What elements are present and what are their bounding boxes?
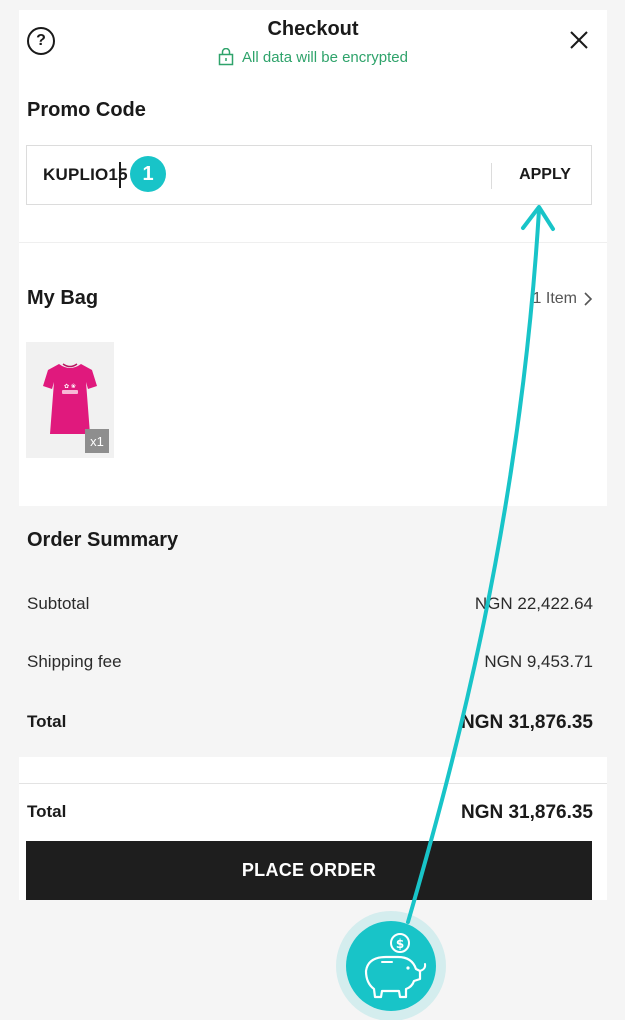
svg-text:$: $ bbox=[396, 937, 404, 951]
item-count-label: 1 Item bbox=[532, 290, 577, 307]
text-caret bbox=[119, 162, 121, 188]
shipping-fee-label: Shipping fee bbox=[27, 652, 122, 671]
place-order-button[interactable]: PLACE ORDER bbox=[26, 841, 592, 900]
subtotal-value: NGN 22,422.64 bbox=[474, 594, 593, 613]
step-number-badge: 1 bbox=[130, 156, 166, 192]
product-thumbnail[interactable]: ✿ ❀ x1 bbox=[26, 342, 114, 458]
apply-button[interactable]: APPLY bbox=[497, 146, 593, 204]
promo-divider bbox=[491, 163, 492, 189]
subtotal-label: Subtotal bbox=[27, 594, 90, 613]
promo-code-field[interactable]: KUPLIO15 1 APPLY bbox=[26, 145, 592, 205]
summary-total-label: Total bbox=[27, 712, 67, 731]
checkout-card: ? Checkout All data will be encrypted Pr… bbox=[19, 10, 607, 506]
promo-section-title: Promo Code bbox=[27, 99, 146, 121]
piggy-bank-icon: $ bbox=[364, 933, 427, 999]
checkout-page: ? Checkout All data will be encrypted Pr… bbox=[0, 0, 625, 1020]
svg-text:✿ ❀: ✿ ❀ bbox=[64, 383, 76, 390]
shipping-fee-row: Shipping fee NGN 9,453.71 bbox=[27, 652, 593, 672]
footer-divider bbox=[19, 783, 607, 784]
bag-section-title: My Bag bbox=[27, 287, 99, 309]
summary-total-value: NGN 31,876.35 bbox=[460, 712, 593, 733]
page-title: Checkout bbox=[267, 18, 359, 40]
quantity-badge: x1 bbox=[85, 429, 109, 453]
piggy-bank-badge[interactable]: $ bbox=[346, 921, 436, 1011]
encryption-notice: All data will be encrypted bbox=[19, 48, 607, 66]
checkout-footer: Total NGN 31,876.35 PLACE ORDER bbox=[19, 757, 607, 900]
chevron-right-icon bbox=[584, 292, 593, 306]
order-summary-title: Order Summary bbox=[27, 529, 179, 551]
footer-total-row: Total NGN 31,876.35 bbox=[27, 802, 593, 824]
savings-icon-halo: $ bbox=[336, 911, 446, 1020]
subtotal-row: Subtotal NGN 22,422.64 bbox=[27, 594, 593, 614]
encryption-text: All data will be encrypted bbox=[242, 48, 408, 66]
footer-total-label: Total bbox=[27, 802, 67, 821]
bag-item-count-link[interactable]: 1 Item bbox=[533, 290, 593, 308]
summary-total-row: Total NGN 31,876.35 bbox=[27, 712, 593, 734]
shipping-fee-value: NGN 9,453.71 bbox=[484, 652, 593, 671]
section-divider bbox=[19, 242, 607, 243]
lock-icon bbox=[218, 48, 234, 66]
promo-code-input[interactable]: KUPLIO15 bbox=[43, 165, 128, 185]
close-icon[interactable] bbox=[567, 28, 591, 52]
footer-total-value: NGN 31,876.35 bbox=[460, 802, 593, 823]
